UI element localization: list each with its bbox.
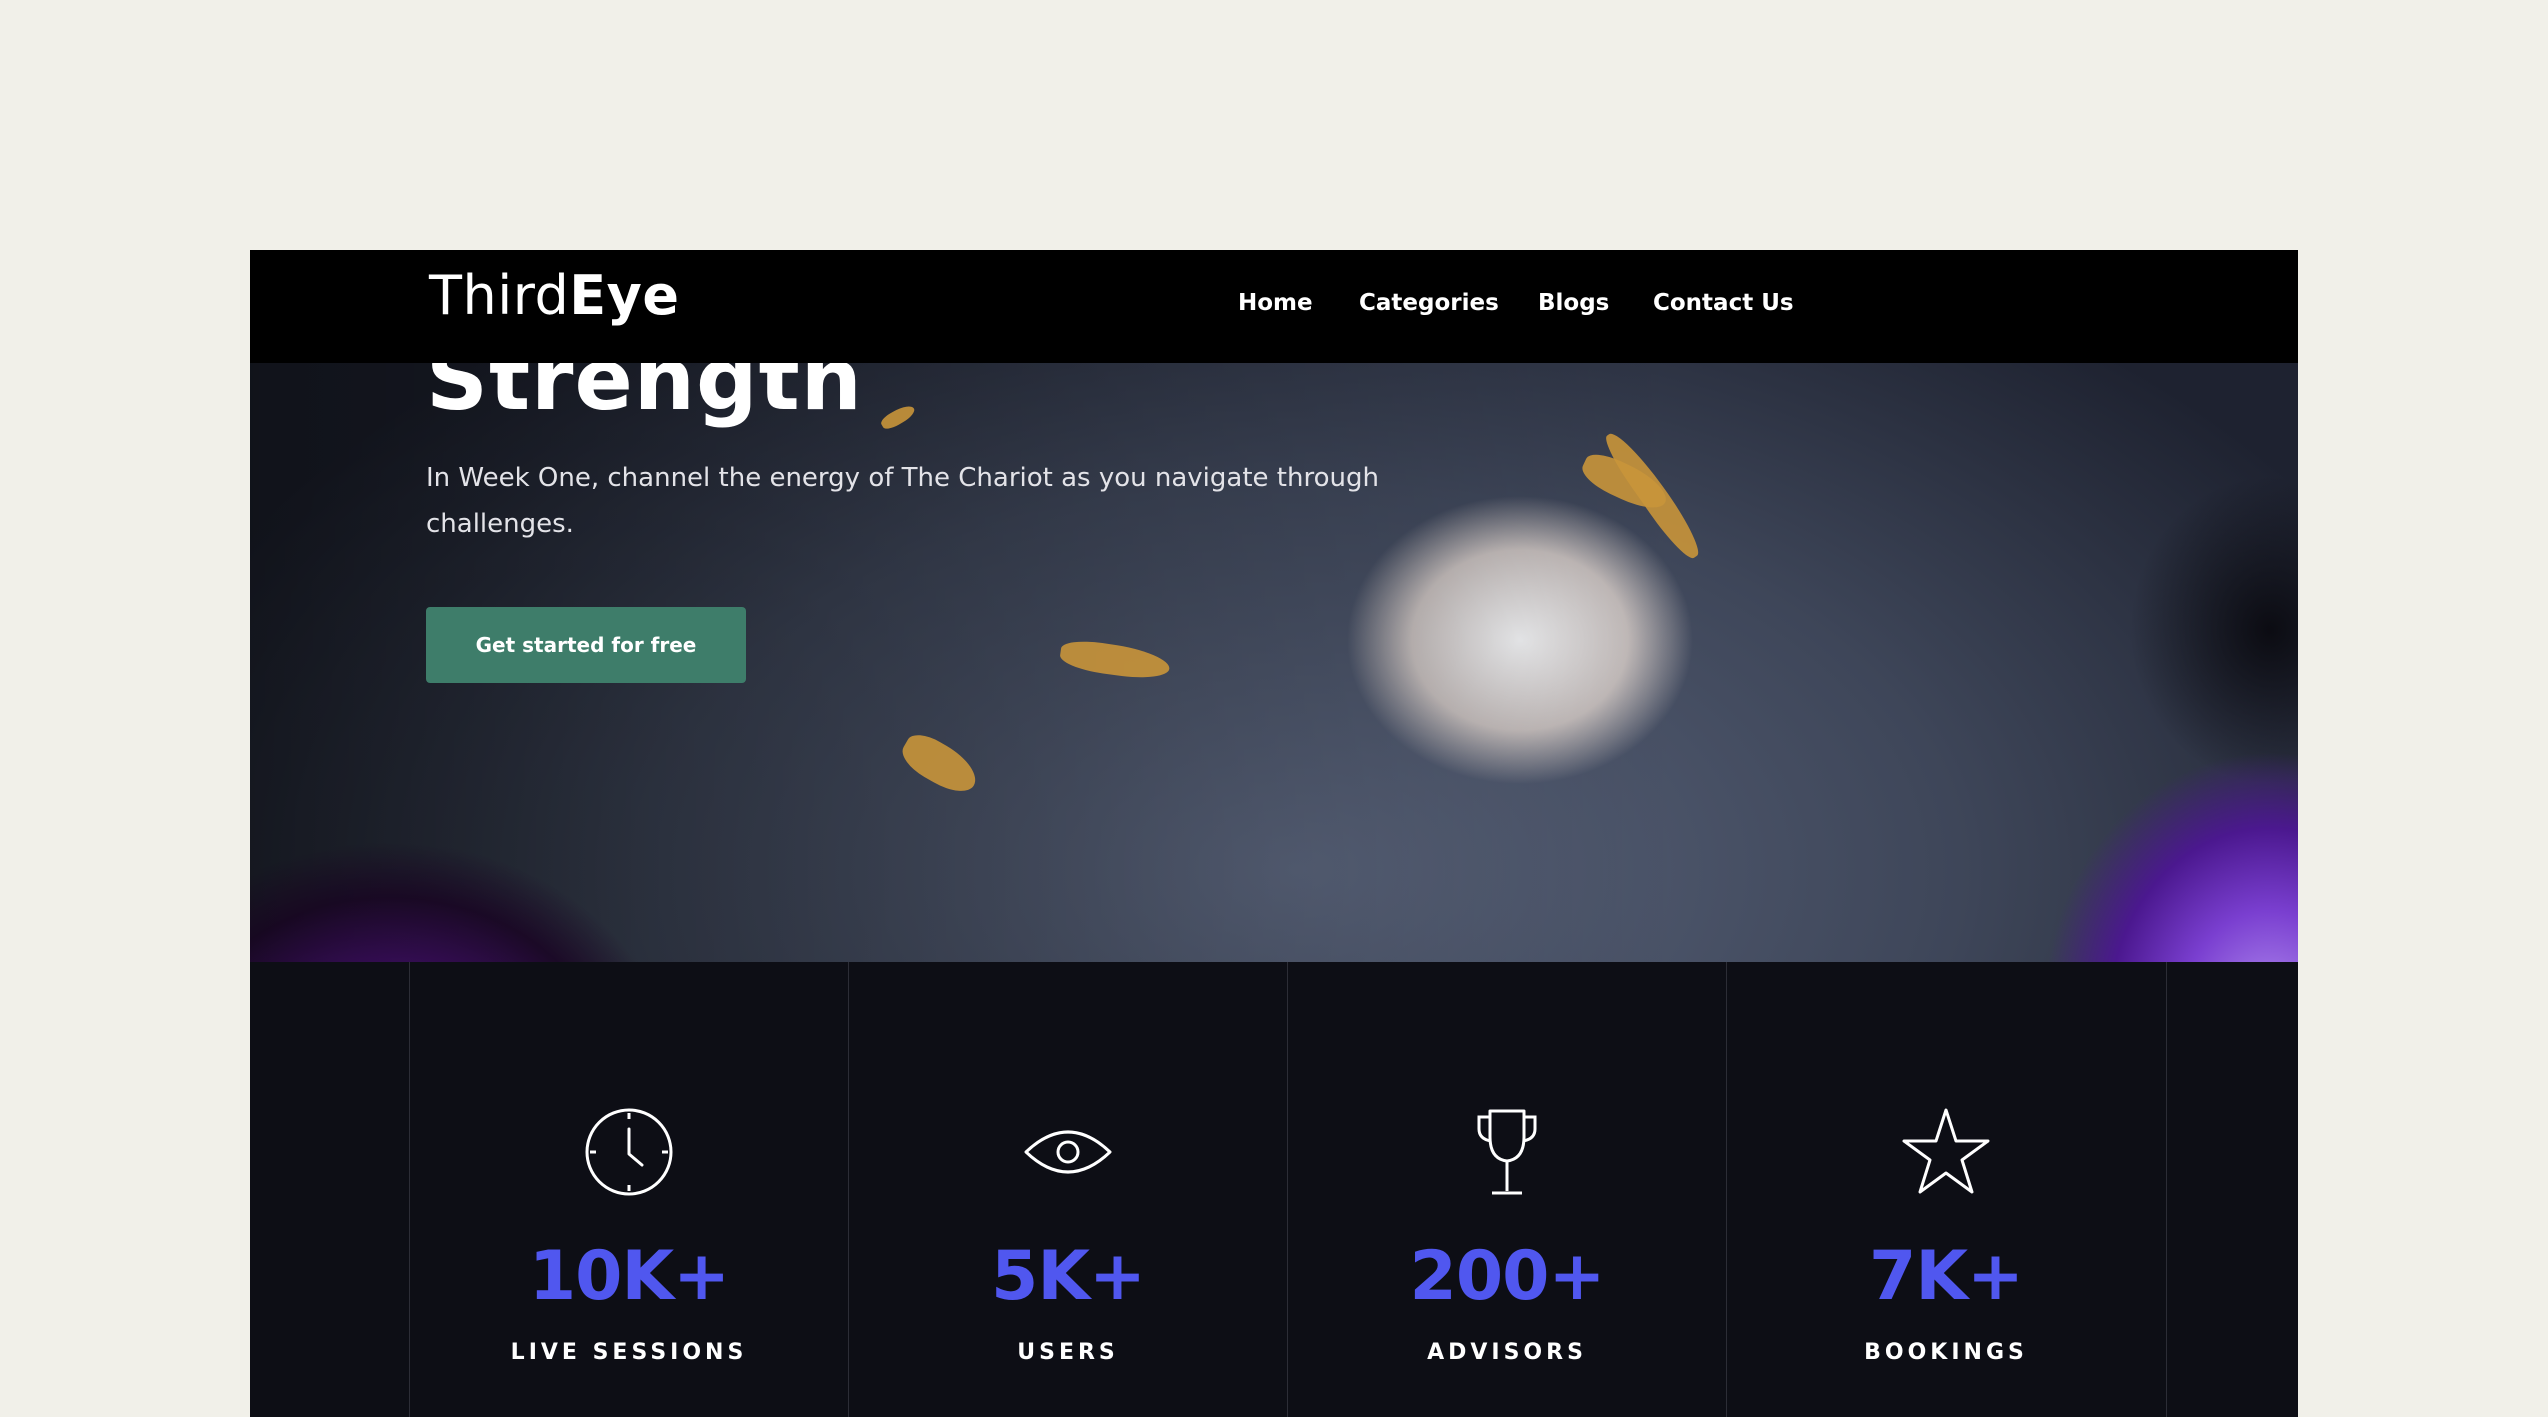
- trophy-icon: [1477, 1109, 1537, 1195]
- stat-label: LIVE SESSIONS: [510, 1340, 748, 1365]
- stat-label: USERS: [1017, 1340, 1119, 1365]
- stat-card-live-sessions: 10K+ LIVE SESSIONS: [410, 962, 848, 1417]
- stat-card-users: 5K+ USERS: [849, 962, 1287, 1417]
- navbar: ThirdEye Home Categories Blogs Contact U…: [250, 250, 2298, 363]
- stat-value: 5K+: [991, 1237, 1146, 1316]
- stat-label: BOOKINGS: [1864, 1340, 2028, 1365]
- stat-value: 10K+: [528, 1237, 730, 1316]
- logo[interactable]: ThirdEye: [429, 264, 679, 327]
- stats-section: 10K+ LIVE SESSIONS 5K+ USERS 200+ ADVISO…: [250, 962, 2298, 1417]
- nav-home[interactable]: Home: [1238, 290, 1313, 316]
- hero-description: In Week One, channel the energy of The C…: [426, 463, 1379, 539]
- nav-contact-us[interactable]: Contact Us: [1653, 290, 1794, 316]
- stat-value: 7K+: [1869, 1237, 2024, 1316]
- logo-text-bold: Eye: [569, 264, 680, 327]
- logo-text-regular: Third: [429, 264, 570, 327]
- stat-label: ADVISORS: [1427, 1340, 1587, 1365]
- eye-icon: [1024, 1130, 1112, 1174]
- get-started-button[interactable]: Get started for free: [426, 607, 746, 683]
- nav-categories[interactable]: Categories: [1359, 290, 1499, 316]
- star-icon: [1902, 1108, 1990, 1194]
- stat-value: 200+: [1409, 1237, 1606, 1316]
- nav-blogs[interactable]: Blogs: [1538, 290, 1609, 316]
- stats-divider: [2166, 962, 2167, 1417]
- stat-card-bookings: 7K+ BOOKINGS: [1727, 962, 2165, 1417]
- clock-icon: [585, 1108, 673, 1196]
- stat-card-advisors: 200+ ADVISORS: [1288, 962, 1726, 1417]
- website-frame: Strength In Week One, channel the energy…: [250, 250, 2298, 1417]
